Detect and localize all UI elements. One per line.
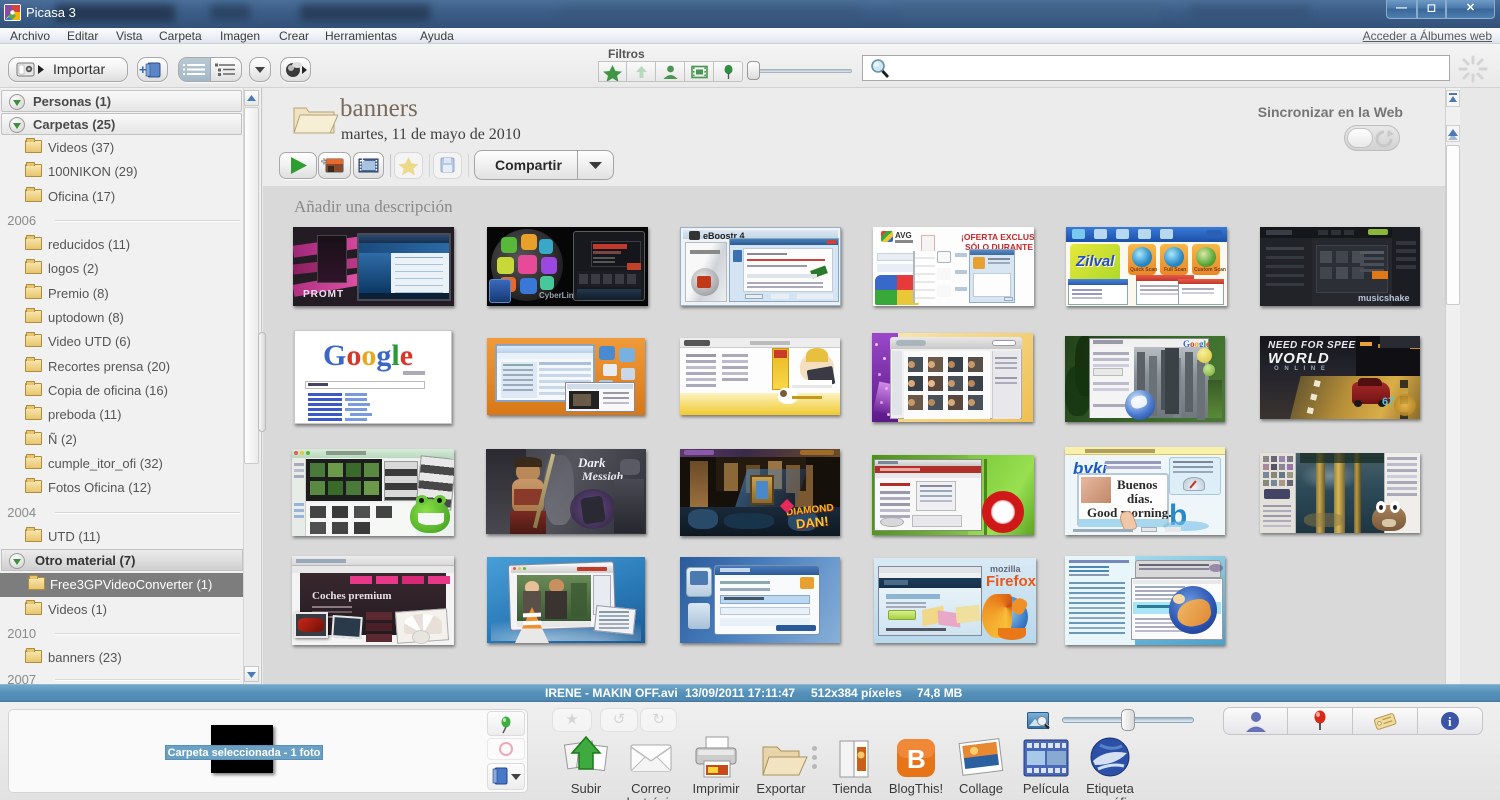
svg-text:i: i bbox=[1448, 714, 1452, 729]
svg-text:+: + bbox=[360, 156, 365, 165]
svg-text:+: + bbox=[139, 62, 147, 77]
svg-text:B: B bbox=[907, 744, 926, 774]
svg-text:+: + bbox=[321, 157, 327, 168]
